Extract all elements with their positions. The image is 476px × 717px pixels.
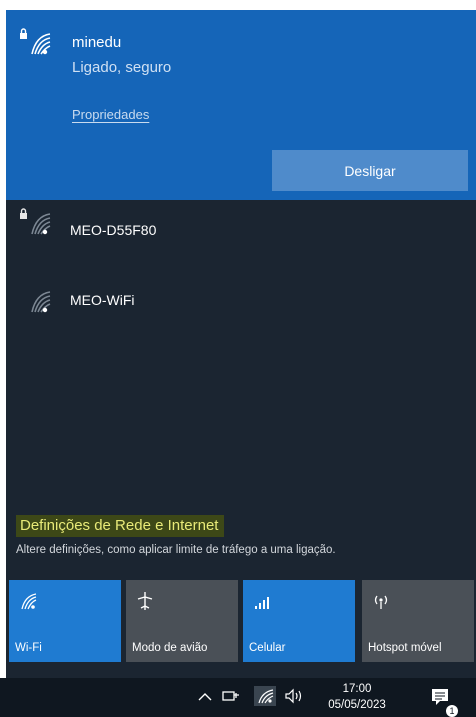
tile-label: Hotspot móvel xyxy=(368,642,442,654)
connected-ssid: minedu xyxy=(72,34,122,51)
properties-link[interactable]: Propriedades xyxy=(72,107,149,122)
hotspot-icon xyxy=(374,595,388,609)
network-flyout: minedu Ligado, seguro Propriedades Desli… xyxy=(6,10,476,678)
tile-label: Modo de avião xyxy=(132,642,208,654)
clock[interactable]: 17:00 05/05/2023 xyxy=(318,681,396,713)
notification-badge: 1 xyxy=(446,705,458,717)
airplane-mode-tile[interactable]: Modo de avião xyxy=(126,580,238,662)
wifi-secured-icon xyxy=(20,28,51,55)
network-item[interactable]: MEO-D55F80 xyxy=(6,202,476,262)
device-icon[interactable] xyxy=(222,688,240,704)
network-settings-link[interactable]: Definições de Rede e Internet xyxy=(16,515,225,537)
network-ssid: MEO-WiFi xyxy=(70,292,135,308)
airplane-icon xyxy=(137,592,153,610)
connected-network-card[interactable]: minedu Ligado, seguro Propriedades Desli… xyxy=(6,10,476,200)
wifi-secured-icon xyxy=(20,208,51,235)
network-settings-description: Altere definições, como aplicar limite d… xyxy=(16,544,336,556)
speaker-icon[interactable] xyxy=(284,688,304,704)
cellular-tile[interactable]: Celular xyxy=(243,580,355,662)
wifi-toggle-tile[interactable]: Wi-Fi xyxy=(9,580,121,662)
taskbar: 17:00 05/05/2023 1 xyxy=(0,678,476,717)
disconnect-button[interactable]: Desligar xyxy=(272,150,468,191)
wifi-icon xyxy=(31,291,51,313)
clock-time: 17:00 xyxy=(342,683,372,695)
network-item[interactable]: MEO-WiFi xyxy=(6,272,476,332)
tile-label: Wi-Fi xyxy=(15,642,42,654)
cellular-icon xyxy=(255,597,269,609)
chevron-up-icon[interactable] xyxy=(198,692,212,702)
connection-status: Ligado, seguro xyxy=(72,59,172,76)
network-ssid: MEO-D55F80 xyxy=(70,222,157,238)
notification-icon[interactable] xyxy=(430,687,450,707)
wifi-icon xyxy=(21,593,37,610)
tile-label: Celular xyxy=(249,642,286,654)
mobile-hotspot-tile[interactable]: Hotspot móvel xyxy=(362,580,474,662)
clock-date: 05/05/2023 xyxy=(328,699,386,711)
wifi-icon[interactable] xyxy=(254,686,276,706)
